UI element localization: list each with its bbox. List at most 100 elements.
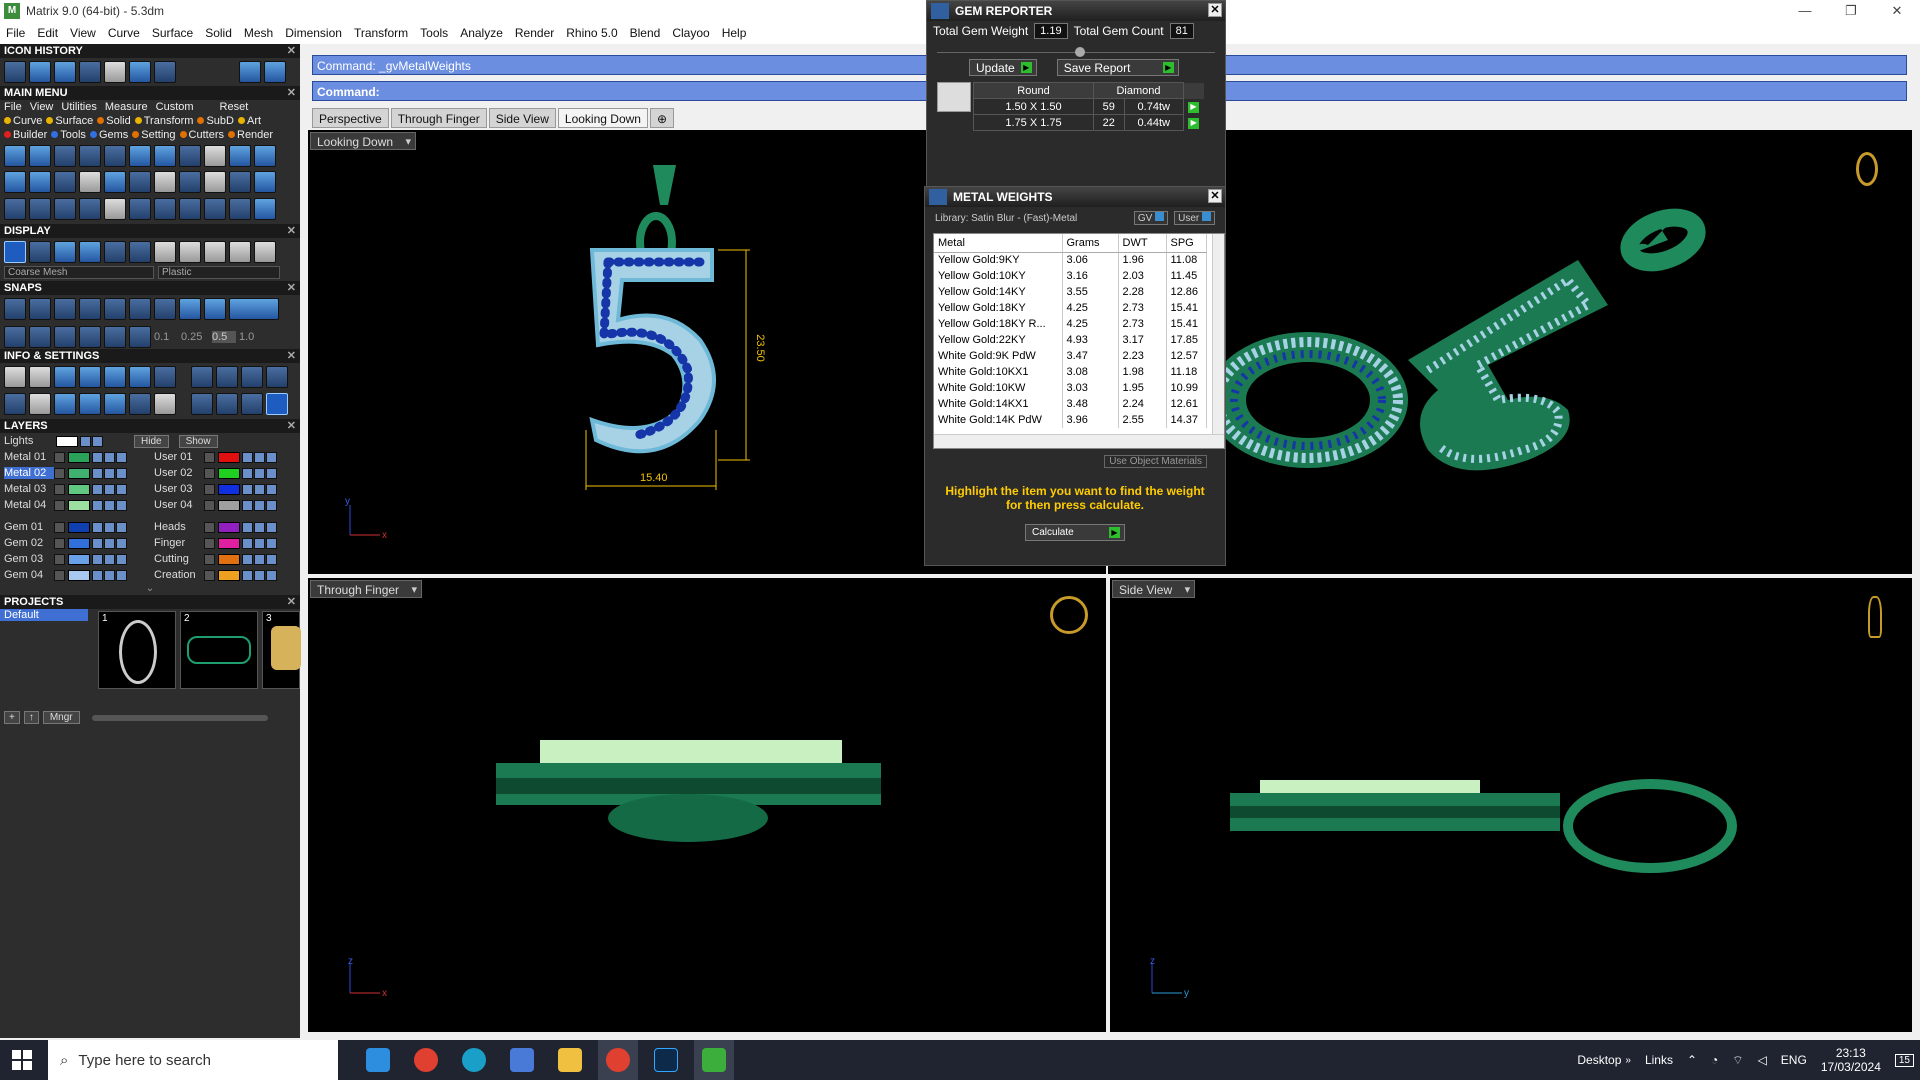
menu-file[interactable]: File <box>6 26 25 40</box>
move-icon[interactable] <box>104 197 126 220</box>
lock-icon[interactable] <box>92 467 103 479</box>
tab-through-finger[interactable]: Through Finger <box>390 108 487 128</box>
windows-start-icon[interactable] <box>12 1050 32 1070</box>
table-row[interactable]: White Gold:10KW 3.03 1.95 10.99 <box>934 380 1207 396</box>
expand-arrow-icon[interactable] <box>54 521 65 533</box>
clock[interactable]: 23:13 17/03/2024 <box>1821 1046 1881 1074</box>
expand-arrow-icon[interactable] <box>54 451 65 463</box>
language-indicator[interactable]: ENG <box>1781 1053 1807 1067</box>
close-icon[interactable]: ✕ <box>287 349 296 363</box>
layer-row[interactable]: Metal 01 <box>0 449 150 465</box>
snap-icon[interactable] <box>104 298 126 320</box>
layer-color-swatch[interactable] <box>68 483 90 495</box>
info-icon[interactable] <box>54 366 76 388</box>
layer-color-swatch[interactable] <box>68 537 90 549</box>
taskbar-search[interactable]: ⌕ Type here to search <box>48 1040 338 1080</box>
project-default[interactable]: Default <box>0 609 88 621</box>
tool-icon[interactable] <box>254 145 276 167</box>
menu-help[interactable]: Help <box>722 26 747 40</box>
info-icon[interactable] <box>241 366 263 388</box>
network-icon[interactable]: ◔ <box>1711 1053 1718 1067</box>
up-arrow-icon[interactable]: ↑ <box>23 711 39 724</box>
info-icon[interactable] <box>191 392 213 415</box>
close-icon[interactable]: ✕ <box>287 86 296 100</box>
layer-row[interactable]: Gem 04 <box>0 567 150 583</box>
layer-color-swatch[interactable] <box>218 521 240 533</box>
module-setting[interactable]: Setting <box>132 129 176 141</box>
snap-value-1.0[interactable]: 1.0 <box>239 331 263 343</box>
spg-column-header[interactable]: SPG <box>1166 234 1207 253</box>
grid-icon[interactable] <box>4 326 26 348</box>
ring-gizmo-icon[interactable] <box>1868 596 1882 638</box>
info-icon[interactable] <box>266 366 288 388</box>
info-icon[interactable] <box>216 392 238 415</box>
layer-name[interactable]: User 03 <box>154 483 204 495</box>
widgets-icon[interactable] <box>358 1040 398 1080</box>
matrix-taskbar-icon[interactable] <box>694 1040 734 1080</box>
menu-mesh[interactable]: Mesh <box>244 26 273 40</box>
snap-icon[interactable] <box>54 326 76 348</box>
info-icon[interactable] <box>154 366 176 388</box>
layer-toggle-icon[interactable] <box>254 537 265 549</box>
user-toggle[interactable]: User <box>1174 211 1215 225</box>
expand-arrow-icon[interactable] <box>54 467 65 479</box>
minimize-button[interactable]: — <box>1782 0 1828 22</box>
viewport-through-finger[interactable]: Through Finger z x <box>308 578 1106 1032</box>
module-cutters[interactable]: Cutters <box>179 129 224 141</box>
horizontal-scrollbar[interactable] <box>934 434 1224 448</box>
layer-toggle-icon[interactable] <box>254 499 265 511</box>
tool-icon[interactable] <box>179 145 201 167</box>
layer-toggle-icon[interactable] <box>104 451 115 463</box>
tool-icon[interactable] <box>154 145 176 167</box>
display-icon[interactable] <box>104 241 126 263</box>
layer-toggle-icon[interactable] <box>92 435 103 447</box>
table-row[interactable]: Yellow Gold:9KY 3.06 1.96 11.08 <box>934 252 1207 268</box>
menu-blend[interactable]: Blend <box>630 26 661 40</box>
settings-icon[interactable] <box>4 366 26 388</box>
module-render[interactable]: Render <box>228 129 273 141</box>
snap-icon[interactable] <box>129 326 151 348</box>
expand-arrow-icon[interactable] <box>204 483 215 495</box>
tool-icon[interactable] <box>204 171 226 194</box>
layer-color-swatch[interactable] <box>218 483 240 495</box>
lock-icon[interactable] <box>92 537 103 549</box>
tool-icon[interactable] <box>204 197 226 220</box>
close-icon[interactable]: ✕ <box>287 595 296 609</box>
layer-row[interactable]: User 04 <box>150 497 300 513</box>
material-icon[interactable] <box>254 241 276 263</box>
project-thumb-3[interactable]: 3 <box>262 611 301 689</box>
menu-view[interactable]: View <box>70 26 96 40</box>
expand-arrow-icon[interactable] <box>204 499 215 511</box>
circle-icon[interactable] <box>254 197 276 220</box>
tool-icon[interactable] <box>29 171 51 194</box>
layer-row[interactable]: Gem 03 <box>0 551 150 567</box>
snap-icon[interactable] <box>4 298 26 320</box>
menu-transform[interactable]: Transform <box>354 26 408 40</box>
display-icon[interactable] <box>29 241 51 263</box>
gem-reporter-slider[interactable] <box>937 41 1215 57</box>
layer-toggle-icon[interactable] <box>266 483 277 495</box>
layer-name[interactable]: Gem 03 <box>4 553 54 565</box>
layer-name[interactable]: Metal 04 <box>4 499 54 511</box>
expand-arrow-icon[interactable] <box>204 553 215 565</box>
table-row[interactable]: White Gold:14K PdW 3.96 2.55 14.37 <box>934 412 1207 428</box>
layer-toggle-icon[interactable] <box>104 483 115 495</box>
table-row[interactable]: Yellow Gold:18KY R... 4.25 2.73 15.41 <box>934 316 1207 332</box>
layer-color-swatch[interactable] <box>68 467 90 479</box>
filter-icon[interactable] <box>104 392 126 415</box>
layer-name[interactable]: Metal 02 <box>4 467 54 479</box>
history-tool-icon[interactable] <box>54 61 76 83</box>
tool-icon[interactable] <box>4 171 26 194</box>
notifications-icon[interactable]: 15 <box>1894 1053 1914 1067</box>
layer-name[interactable]: Gem 01 <box>4 521 54 533</box>
layer-name[interactable]: Gem 04 <box>4 569 54 581</box>
update-button[interactable]: Update ▶ <box>969 59 1037 76</box>
layer-row[interactable]: Cutting <box>150 551 300 567</box>
mesh-select[interactable]: Coarse Mesh <box>4 266 154 279</box>
lights-swatch[interactable] <box>56 435 78 447</box>
layer-name[interactable]: Gem 02 <box>4 537 54 549</box>
layer-toggle-icon[interactable] <box>104 569 115 581</box>
snap-value-0.5[interactable]: 0.5 <box>212 331 236 343</box>
layer-toggle-icon[interactable] <box>266 569 277 581</box>
zoom-icon[interactable] <box>29 366 51 388</box>
